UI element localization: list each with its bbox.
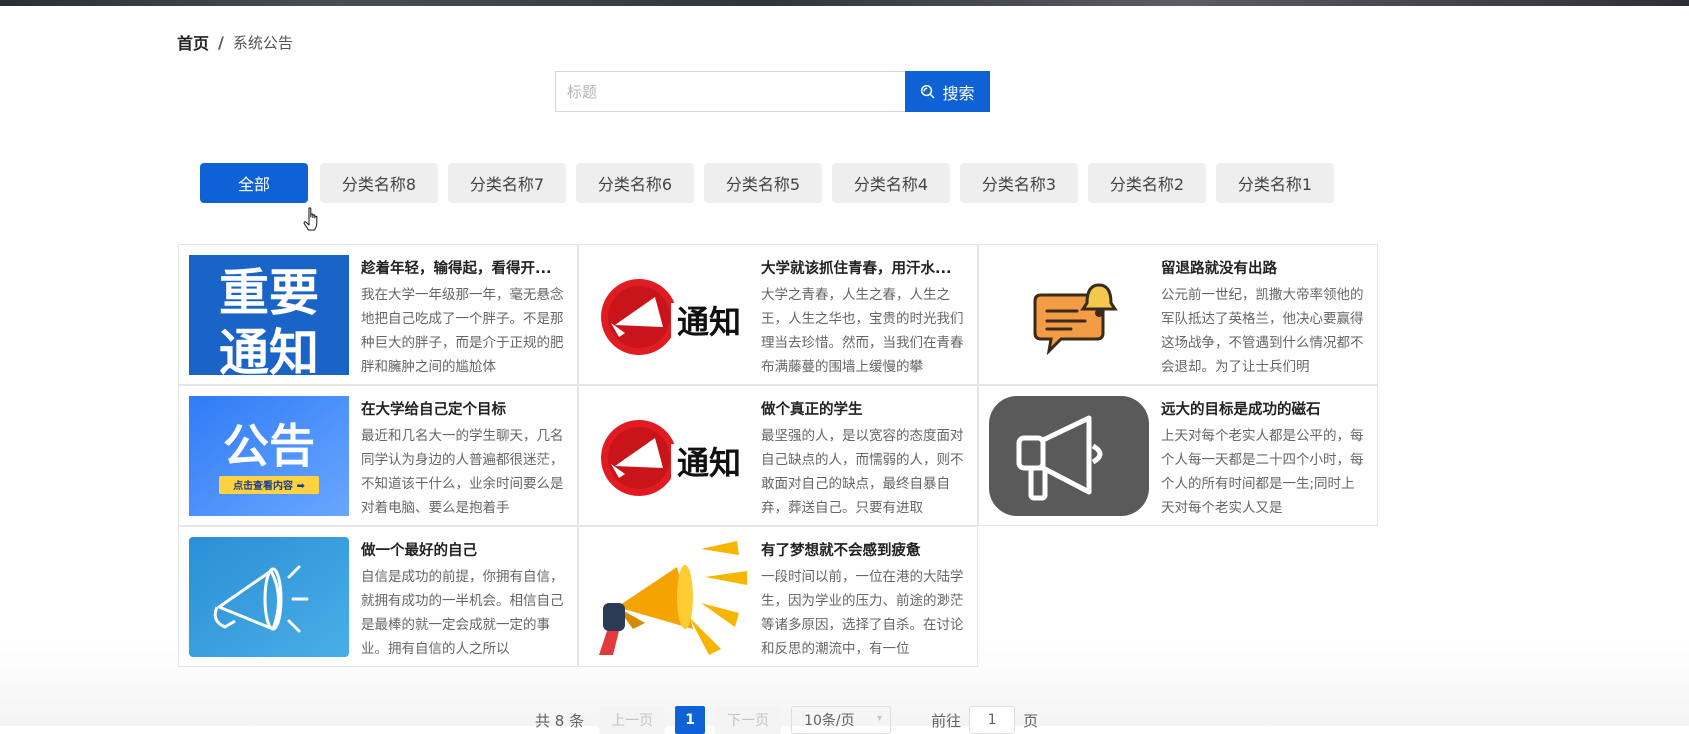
breadcrumb-home-link[interactable]: 首页 xyxy=(177,30,209,54)
thumb-text: 通知 xyxy=(219,324,319,375)
notice-card[interactable]: 远大的目标是成功的磁石 上天对每个老实人都是公平的，每个人每一天都是二十四个小时… xyxy=(978,385,1378,526)
notice-title[interactable]: 在大学给自己定个目标 xyxy=(361,398,566,419)
notice-summary: 自信是成功的前提，你拥有自信，就拥有成功的一半机会。相信自己是最棒的就一定会成就… xyxy=(361,569,564,657)
important-notice-image[interactable]: 重要 通知 xyxy=(189,255,349,375)
notice-megaphone-image[interactable]: 通知 xyxy=(589,255,749,375)
category-tab[interactable]: 分类名称5 xyxy=(704,163,822,203)
notice-title[interactable]: 做个真正的学生 xyxy=(761,398,966,419)
page-size-select[interactable]: 10条/页 ▾ xyxy=(791,706,892,734)
notice-card[interactable]: 通知 做个真正的学生 最坚强的人，是以宽容的态度面对自己缺点的人，而懦弱的人，则… xyxy=(578,385,978,526)
notice-card[interactable]: 有了梦想就不会感到疲惫 一段时间以前，一位在港的大陆学生，因为学业的压力、前途的… xyxy=(578,526,978,667)
search-button[interactable]: 搜索 xyxy=(905,71,990,112)
notice-card[interactable]: 通知 大学就该抓住青春，用汗水... 大学之青春，人生之春，人生之王，人生之华也… xyxy=(578,244,978,385)
hand-cursor-icon xyxy=(303,207,318,231)
notice-summary: 公元前一世纪，凯撒大帝率领他的军队抵达了英格兰，他决心要赢得这场战争，不管遇到什… xyxy=(1161,287,1364,375)
notice-summary: 最近和几名大一的学生聊天，几名同学认为身边的人普遍都很迷茫，不知道该干什么，业余… xyxy=(361,428,564,516)
thumb-text: 通知 xyxy=(677,444,741,482)
category-tab[interactable]: 分类名称1 xyxy=(1216,163,1334,203)
megaphone-yellow-image[interactable] xyxy=(589,537,749,657)
notice-title[interactable]: 留退路就没有出路 xyxy=(1161,257,1366,278)
search-icon xyxy=(921,84,935,99)
notice-card[interactable]: 留退路就没有出路 公元前一世纪，凯撒大帝率领他的军队抵达了英格兰，他决心要赢得这… xyxy=(978,244,1378,385)
thumb-text: 点击查看内容 ➡ xyxy=(233,479,305,492)
megaphone-dark-image[interactable] xyxy=(989,396,1149,516)
notice-title[interactable]: 趁着年轻，输得起，看得开... xyxy=(361,257,566,278)
chevron-down-icon: ▾ xyxy=(877,713,883,724)
category-tab[interactable]: 分类名称4 xyxy=(832,163,950,203)
next-page-button[interactable]: 下一页 xyxy=(715,706,782,734)
notice-summary: 一段时间以前，一位在港的大陆学生，因为学业的压力、前途的渺茫等诸多原因，选择了自… xyxy=(761,569,964,657)
prev-page-button[interactable]: 上一页 xyxy=(599,706,666,734)
thumb-text: 重要 xyxy=(219,264,319,322)
category-tab[interactable]: 分类名称2 xyxy=(1088,163,1206,203)
notice-summary: 我在大学一年级那一年，毫无悬念地把自己吃成了一个胖子。不是那种巨大的胖子，而是介… xyxy=(361,287,564,375)
notice-card[interactable]: 做一个最好的自己 自信是成功的前提，你拥有自信，就拥有成功的一半机会。相信自己是… xyxy=(178,526,578,667)
category-tab[interactable]: 分类名称3 xyxy=(960,163,1078,203)
megaphone-outline-image[interactable] xyxy=(189,537,349,657)
notice-title[interactable]: 大学就该抓住青春，用汗水... xyxy=(761,257,966,278)
thumb-text: 公告 xyxy=(223,419,315,473)
chat-bell-image[interactable] xyxy=(989,255,1149,375)
notice-grid: 重要 通知 趁着年轻，输得起，看得开... 我在大学一年级那一年，毫无悬念地把自… xyxy=(178,244,1378,668)
breadcrumb: 首页 / 系统公告 xyxy=(177,30,293,54)
notice-summary: 最坚强的人，是以宽容的态度面对自己缺点的人，而懦弱的人，则不敢面对自己的缺点，最… xyxy=(761,428,964,516)
search-button-label: 搜索 xyxy=(942,83,975,103)
breadcrumb-separator: / xyxy=(218,32,224,52)
category-tab[interactable]: 全部 xyxy=(200,163,308,203)
pagination: 共 8 条 上一页 1 下一页 10条/页 ▾ 前往 页 xyxy=(535,706,1038,734)
notice-card[interactable]: 重要 通知 趁着年轻，输得起，看得开... 我在大学一年级那一年，毫无悬念地把自… xyxy=(178,244,578,385)
goto-page-input[interactable] xyxy=(969,706,1016,734)
top-banner-strip xyxy=(0,0,1689,6)
notice-title[interactable]: 有了梦想就不会感到疲惫 xyxy=(761,539,966,560)
page-unit-label: 页 xyxy=(1023,711,1039,730)
page-size-value: 10条/页 xyxy=(804,713,855,729)
category-tab[interactable]: 分类名称7 xyxy=(448,163,566,203)
notice-card[interactable]: 公告 点击查看内容 ➡ 在大学给自己定个目标 最近和几名大一的学生聊天，几名同学… xyxy=(178,385,578,526)
title-search-input[interactable] xyxy=(555,71,906,112)
notice-title[interactable]: 远大的目标是成功的磁石 xyxy=(1161,398,1366,419)
category-tab[interactable]: 分类名称6 xyxy=(576,163,694,203)
notice-title[interactable]: 做一个最好的自己 xyxy=(361,539,566,560)
thumb-text: 通知 xyxy=(677,303,741,341)
notice-megaphone-image[interactable]: 通知 xyxy=(589,396,749,516)
notice-summary: 大学之青春，人生之春，人生之王，人生之华也，宝贵的时光我们理当去珍惜。然而，当我… xyxy=(761,287,964,375)
announcement-image[interactable]: 公告 点击查看内容 ➡ xyxy=(189,396,349,516)
page-number-current[interactable]: 1 xyxy=(675,706,706,734)
breadcrumb-current: 系统公告 xyxy=(232,33,293,52)
notice-summary: 上天对每个老实人都是公平的，每个人每一天都是二十四个小时，每个人的所有时间都是一… xyxy=(1161,428,1364,516)
category-tab[interactable]: 分类名称8 xyxy=(320,163,438,203)
pagination-total: 共 8 条 xyxy=(535,711,585,730)
goto-label: 前往 xyxy=(931,711,962,730)
